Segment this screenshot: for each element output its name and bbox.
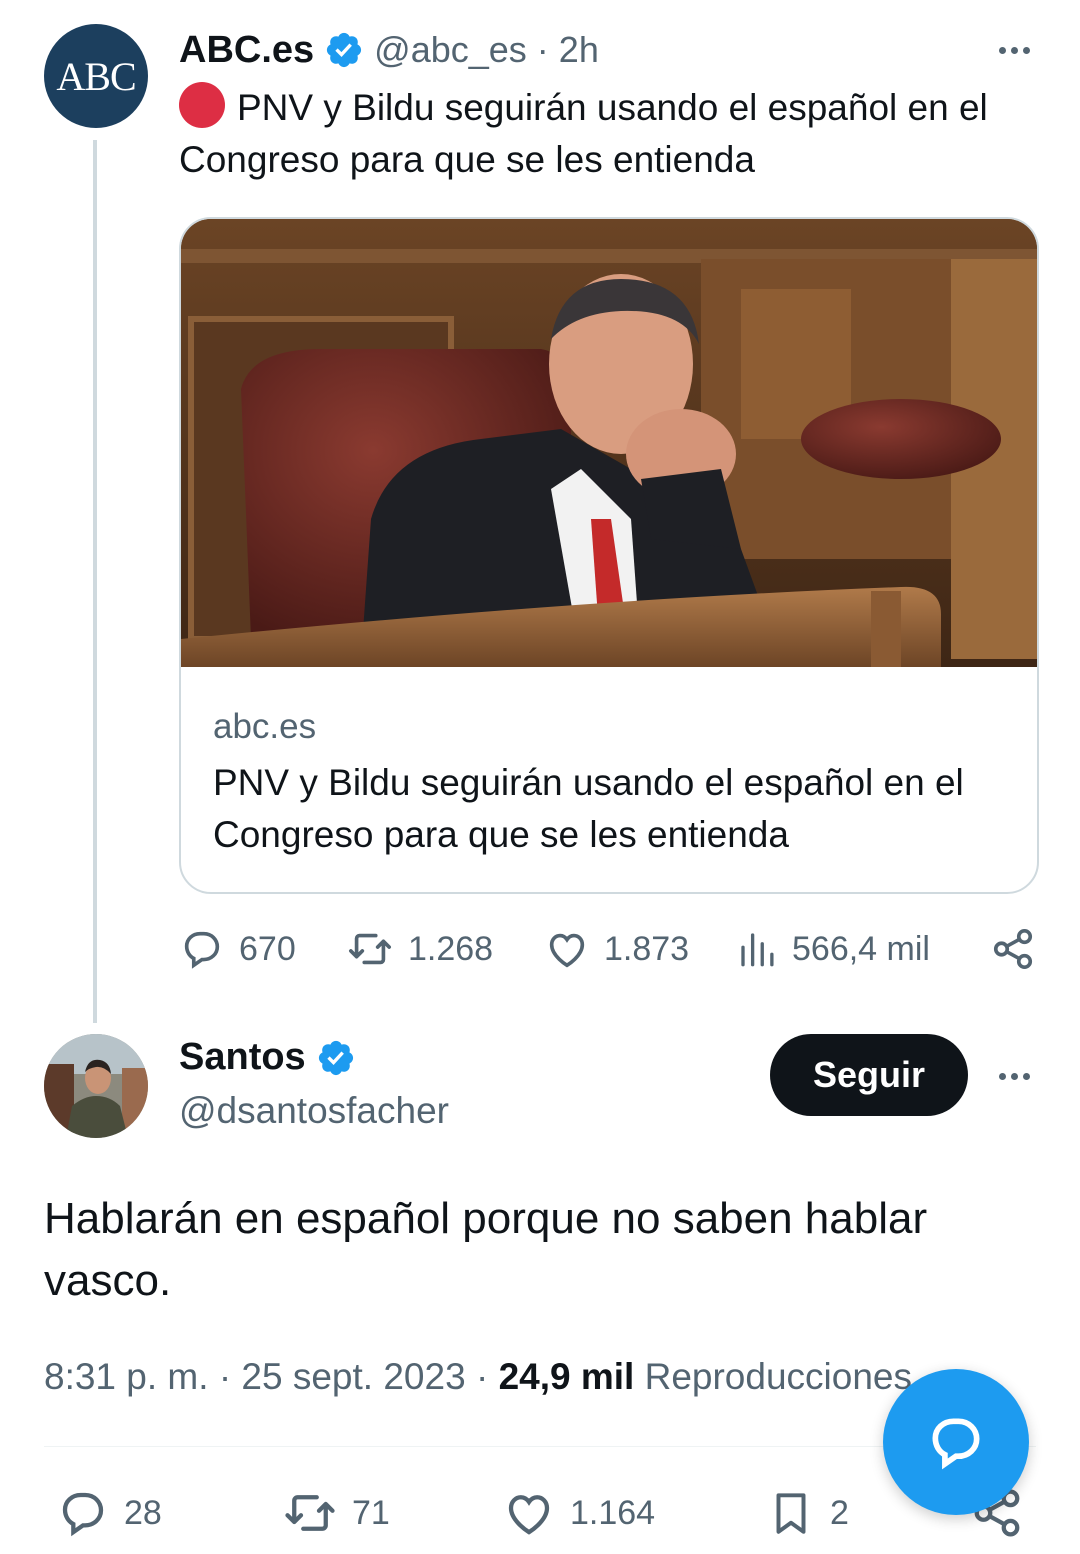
link-preview-card[interactable]: abc.es PNV y Bildu seguirán usando el es… <box>179 217 1039 894</box>
views-icon <box>741 933 774 967</box>
retweet-icon <box>349 933 391 965</box>
original-tweet-text-block: PNV y Bildu seguirán usando el español e… <box>179 82 1039 186</box>
reply-like-count: 1.164 <box>570 1493 656 1532</box>
heart-icon <box>508 1495 550 1535</box>
red-circle-emoji-icon <box>179 82 225 128</box>
reply-reply-action[interactable]: 28 <box>56 1486 162 1540</box>
original-tweet-more-icon[interactable] <box>992 40 1036 60</box>
card-title: PNV y Bildu seguirán usando el español e… <box>213 762 964 855</box>
reply-tweet-more-icon[interactable] <box>992 1066 1036 1086</box>
reply-tweet-date[interactable]: 25 sept. 2023 <box>241 1356 465 1397</box>
reply-retweet-count: 71 <box>352 1493 390 1532</box>
reply-tweet-time[interactable]: 8:31 p. m. <box>44 1356 209 1397</box>
abc-avatar[interactable]: ABC <box>44 24 148 128</box>
reply-bookmark-action[interactable]: 2 <box>766 1486 849 1540</box>
original-author-name[interactable]: ABC.es <box>179 29 314 72</box>
bookmark-icon <box>776 1493 806 1534</box>
reply-author-name[interactable]: Santos <box>179 1036 306 1079</box>
original-reply-count: 670 <box>239 929 296 968</box>
reply-icon <box>62 1492 104 1537</box>
original-tweet-time[interactable]: 2h <box>559 29 599 71</box>
compose-reply-icon <box>932 1418 980 1470</box>
verified-badge-icon <box>327 32 362 68</box>
santos-avatar-photo <box>44 1034 148 1138</box>
reply-views-label: Reproducciones <box>644 1356 912 1397</box>
original-reply-action[interactable]: 670 <box>179 926 296 972</box>
reply-tweet-meta: 8:31 p. m. · 25 sept. 2023 · 24,9 mil Re… <box>44 1356 912 1397</box>
retweet-icon <box>285 1495 335 1531</box>
reply-reply-count: 28 <box>124 1493 162 1532</box>
card-photo <box>181 219 1037 667</box>
reply-author-handle[interactable]: @dsantosfacher <box>179 1090 449 1132</box>
original-tweet-header: ABC.es @abc_es · 2h <box>179 26 599 74</box>
reply-icon <box>184 931 220 969</box>
share-icon <box>993 928 1033 970</box>
reply-retweet-action[interactable]: 71 <box>282 1486 390 1540</box>
thread-connector-line <box>93 140 97 1023</box>
card-domain: abc.es <box>213 707 317 746</box>
original-author-handle[interactable]: @abc_es <box>374 29 527 71</box>
follow-button[interactable]: Seguir <box>770 1034 968 1116</box>
original-like-count: 1.873 <box>604 929 690 968</box>
header-separator: · <box>536 29 549 70</box>
original-retweet-count: 1.268 <box>408 929 494 968</box>
compose-reply-button[interactable] <box>883 1369 1029 1515</box>
verified-badge-icon <box>318 1040 353 1075</box>
original-like-action[interactable]: 1.873 <box>544 926 689 972</box>
santos-avatar[interactable] <box>44 1034 148 1138</box>
reply-author-row: Santos <box>179 1036 356 1079</box>
original-share-action[interactable] <box>990 926 1036 977</box>
abc-avatar-logo-text: ABC <box>56 53 136 99</box>
reply-bookmark-count: 2 <box>830 1493 849 1532</box>
original-views-action[interactable]: 566,4 mil <box>736 926 930 972</box>
reply-views-count: 24,9 mil <box>498 1356 635 1397</box>
original-retweet-action[interactable]: 1.268 <box>346 926 493 972</box>
original-views-count: 566,4 mil <box>792 929 930 968</box>
heart-icon <box>549 933 585 968</box>
original-tweet-text: PNV y Bildu seguirán usando el español e… <box>179 87 988 180</box>
reply-tweet-text: Hablarán en español porque no saben habl… <box>44 1194 928 1305</box>
card-photo-illustration <box>181 219 1037 667</box>
reply-like-action[interactable]: 1.164 <box>502 1486 655 1540</box>
